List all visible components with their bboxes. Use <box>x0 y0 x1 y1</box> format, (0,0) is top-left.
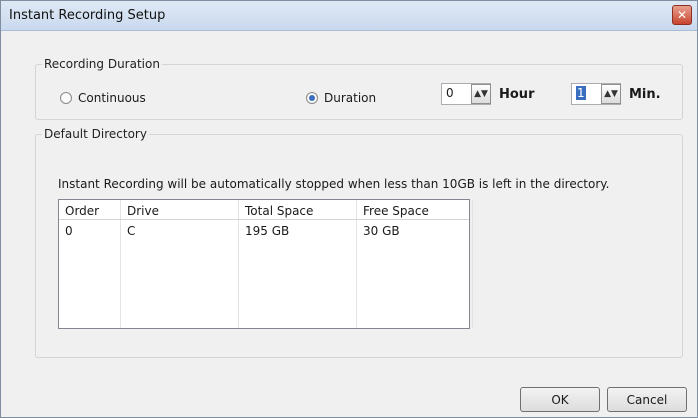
cell-free-space: 30 GB <box>363 224 400 238</box>
ok-label: OK <box>551 392 569 407</box>
header-total-space[interactable]: Total Space <box>239 204 313 218</box>
duration-radio[interactable]: Duration <box>306 91 376 105</box>
min-value: 1 <box>576 86 586 100</box>
radio-checked-icon[interactable] <box>306 92 318 104</box>
table-header: Order Drive Total Space Free Space <box>59 200 469 220</box>
header-drive[interactable]: Drive <box>121 204 159 218</box>
ok-button[interactable]: OK <box>520 387 600 412</box>
cell-drive: C <box>127 224 136 238</box>
radio-unchecked-icon[interactable] <box>60 92 72 104</box>
drive-table[interactable]: Order Drive Total Space Free Space 0 C 1… <box>58 199 473 329</box>
hour-value: 0 <box>446 86 454 100</box>
title-bar: Instant Recording Setup ✕ <box>1 1 697 31</box>
min-unit-label: Min. <box>629 86 661 102</box>
window-title: Instant Recording Setup <box>9 8 166 23</box>
hour-spinner[interactable]: 0 ▲▼ Hour <box>441 83 534 105</box>
min-spin-buttons[interactable]: ▲▼ <box>601 84 621 104</box>
header-free-space[interactable]: Free Space <box>357 204 429 218</box>
default-directory-legend: Default Directory <box>42 127 149 141</box>
dialog: Instant Recording Setup ✕ Recording Dura… <box>0 0 698 418</box>
cell-order: 0 <box>65 224 73 238</box>
recording-duration-legend: Recording Duration <box>42 57 162 71</box>
spin-arrows-icon: ▲▼ <box>604 89 618 99</box>
close-button[interactable]: ✕ <box>672 5 692 25</box>
hour-spin-buttons[interactable]: ▲▼ <box>471 84 491 104</box>
hour-unit-label: Hour <box>499 86 535 102</box>
duration-label: Duration <box>324 91 377 105</box>
min-spinner[interactable]: 1 ▲▼ Min. <box>571 83 661 105</box>
cancel-button[interactable]: Cancel <box>607 387 687 412</box>
cancel-label: Cancel <box>626 392 668 407</box>
recording-duration-group: Recording Duration Continuous Duration 0… <box>35 57 683 120</box>
default-directory-group: Default Directory Instant Recording will… <box>35 127 683 358</box>
continuous-label: Continuous <box>78 91 146 105</box>
continuous-radio[interactable]: Continuous <box>60 91 146 105</box>
directory-message: Instant Recording will be automatically … <box>58 177 610 191</box>
header-order[interactable]: Order <box>59 204 99 218</box>
close-icon: ✕ <box>676 8 688 22</box>
spin-arrows-icon: ▲▼ <box>474 89 488 99</box>
cell-total-space: 195 GB <box>245 224 290 238</box>
